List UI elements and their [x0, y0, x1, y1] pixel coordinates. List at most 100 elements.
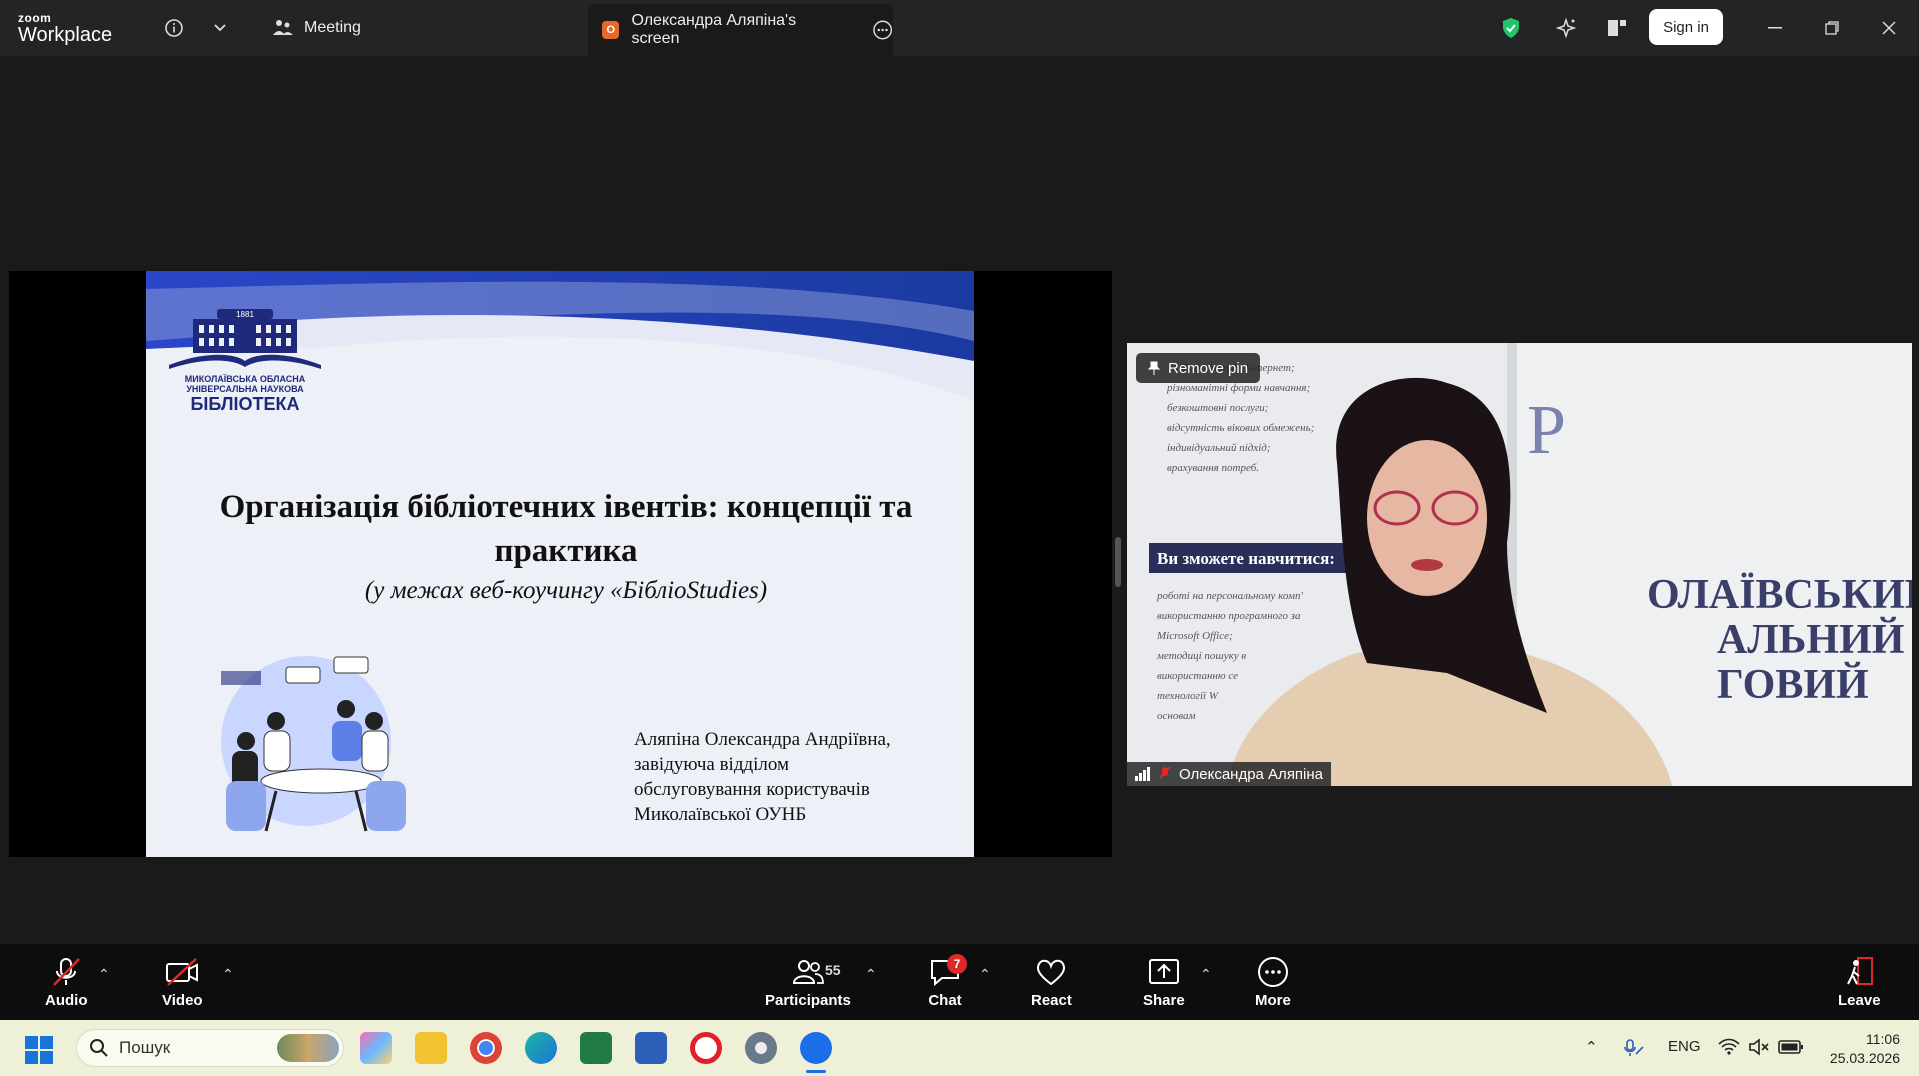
audio-label: Audio: [45, 992, 88, 1009]
search-placeholder: Пошук: [119, 1038, 171, 1057]
author-line2: завідуюча відділом: [634, 754, 790, 775]
zoom-app-icon[interactable]: [800, 1032, 832, 1064]
poster-item: роботі на персональному комп': [1156, 590, 1303, 602]
system-clock[interactable]: 11:06 25.03.2026: [1820, 1030, 1900, 1068]
participants-options-caret-icon[interactable]: ⌃: [865, 966, 877, 983]
share-button[interactable]: Share: [1143, 956, 1185, 1009]
copilot-icon[interactable]: [360, 1032, 392, 1064]
slide-author-block: Аляпіна Олександра Андріївна, завідуюча …: [634, 727, 891, 827]
show-hidden-icons-icon[interactable]: ⌃: [1585, 1038, 1598, 1056]
clock-time: 11:06: [1866, 1031, 1900, 1047]
heart-icon: [1037, 959, 1066, 986]
active-app-indicator: [806, 1070, 826, 1073]
battery-icon[interactable]: [1778, 1039, 1804, 1055]
poster-item: врахування потреб.: [1167, 462, 1259, 474]
meeting-label: Meeting: [304, 19, 361, 36]
svg-text:Р: Р: [1527, 392, 1566, 469]
wifi-icon[interactable]: [1718, 1038, 1740, 1056]
search-icon: [90, 1039, 108, 1057]
poster-item: індивідуальний підхід;: [1167, 442, 1271, 454]
settings-icon[interactable]: [745, 1032, 777, 1064]
meeting-tab[interactable]: Meeting: [272, 18, 361, 38]
video-button[interactable]: Video: [162, 956, 203, 1009]
remove-pin-label: Remove pin: [1168, 359, 1249, 377]
opera-icon[interactable]: [690, 1032, 722, 1064]
ai-companion-icon[interactable]: [1553, 15, 1579, 41]
chat-unread-badge: 7: [947, 954, 967, 974]
participants-count: 55: [825, 962, 841, 978]
chat-options-caret-icon[interactable]: ⌃: [979, 966, 991, 983]
more-label: More: [1255, 992, 1291, 1009]
share-label: Share: [1143, 992, 1185, 1009]
team-meeting-illustration: [221, 656, 406, 832]
react-label: React: [1031, 992, 1072, 1009]
signal-bars-icon: [1135, 767, 1150, 781]
logo-line3: БІБЛІОТЕКА: [190, 394, 300, 414]
wall-text: ОЛАЇВСЬКИЙ: [1647, 572, 1912, 618]
more-button[interactable]: More: [1255, 956, 1291, 1009]
taskbar-search[interactable]: Пошук: [76, 1029, 344, 1067]
apps-panel-icon[interactable]: [1604, 15, 1630, 41]
meeting-toolbar: Audio ⌃ Video ⌃ Participants 55 ⌃ Chat 7…: [0, 944, 1919, 1020]
meeting-people-icon: [273, 20, 293, 35]
encryption-shield-icon[interactable]: [1498, 15, 1524, 41]
pin-icon: [1148, 361, 1160, 375]
slide-title: Організація бібліотечних івентів: концеп…: [219, 489, 913, 569]
language-indicator[interactable]: ENG: [1668, 1038, 1701, 1055]
close-icon[interactable]: [1875, 15, 1903, 41]
leave-label: Leave: [1838, 992, 1881, 1009]
poster-item: технології W: [1157, 690, 1219, 702]
participant-video[interactable]: Ви зможете навчитися: Wi-Fi доступ до Ін…: [1127, 343, 1912, 786]
participants-label: Participants: [765, 992, 851, 1009]
minimize-icon[interactable]: [1761, 15, 1789, 41]
logo-line2: Workplace: [18, 24, 113, 46]
react-button[interactable]: React: [1031, 956, 1072, 1009]
meeting-stage: 1881 МИКОЛАЇВСЬКА ОБЛАСНА УНІВЕРСАЛЬНА Н…: [0, 56, 1919, 944]
title-bar: zoom Workplace Meeting O Олександра Аляп…: [0, 0, 1919, 56]
author-line1: Аляпіна Олександра Андріївна,: [634, 729, 891, 750]
panel-resize-handle[interactable]: [1115, 537, 1121, 587]
video-label: Video: [162, 992, 203, 1009]
muted-mic-icon: [53, 958, 81, 986]
library-building-icon: 1881: [169, 309, 321, 369]
edge-icon[interactable]: [525, 1032, 557, 1064]
tab-shared-screen[interactable]: O Олександра Аляпіна's screen: [588, 4, 893, 56]
volume-muted-icon[interactable]: [1748, 1038, 1770, 1056]
chrome-icon[interactable]: [470, 1032, 502, 1064]
share-options-caret-icon[interactable]: ⌃: [1200, 966, 1212, 983]
poster-heading: Ви зможете навчитися:: [1157, 549, 1335, 568]
excel-icon[interactable]: [580, 1032, 612, 1064]
audio-button[interactable]: Audio: [45, 956, 88, 1009]
author-line3: обслуговування користувачів: [634, 779, 870, 800]
participants-icon: [792, 960, 824, 984]
word-icon[interactable]: [635, 1032, 667, 1064]
wall-text: АЛЬНИЙ: [1717, 617, 1904, 663]
logo-year: 1881: [236, 310, 254, 319]
author-line4: Миколаївської ОУНБ: [634, 804, 807, 825]
info-icon[interactable]: [161, 15, 187, 41]
microphone-in-use-icon[interactable]: [1623, 1038, 1645, 1058]
logo-line1: zoom: [18, 11, 52, 25]
poster-item: методиці пошуку в: [1156, 650, 1246, 662]
remove-pin-button[interactable]: Remove pin: [1136, 353, 1261, 383]
poster-item: використанню се: [1157, 670, 1238, 682]
more-options-icon[interactable]: [872, 19, 893, 41]
chevron-down-icon[interactable]: [207, 15, 233, 41]
windows-start-icon[interactable]: [25, 1036, 53, 1064]
zoom-workplace-logo: zoom Workplace: [18, 12, 112, 45]
audio-options-caret-icon[interactable]: ⌃: [98, 966, 110, 983]
sign-in-button[interactable]: Sign in: [1649, 9, 1723, 45]
tab-shared-screen-label: Олександра Аляпіна's screen: [631, 12, 797, 47]
slide-subtitle: (у межах веб-коучингу «БібліоStudies): [364, 577, 768, 604]
share-screen-icon: [1148, 959, 1179, 984]
screen-share-icon: O: [602, 21, 620, 39]
leave-button[interactable]: Leave: [1838, 956, 1881, 1009]
muted-mic-icon: [1159, 766, 1171, 779]
chat-label: Chat: [928, 992, 962, 1009]
file-explorer-icon[interactable]: [415, 1032, 447, 1064]
poster-item: Microsoft Office;: [1156, 630, 1233, 642]
video-options-caret-icon[interactable]: ⌃: [222, 966, 234, 983]
presentation-slide: 1881 МИКОЛАЇВСЬКА ОБЛАСНА УНІВЕРСАЛЬНА Н…: [146, 271, 974, 857]
participant-name: Олександра Аляпіна: [1179, 765, 1324, 783]
restore-icon[interactable]: [1818, 15, 1846, 41]
